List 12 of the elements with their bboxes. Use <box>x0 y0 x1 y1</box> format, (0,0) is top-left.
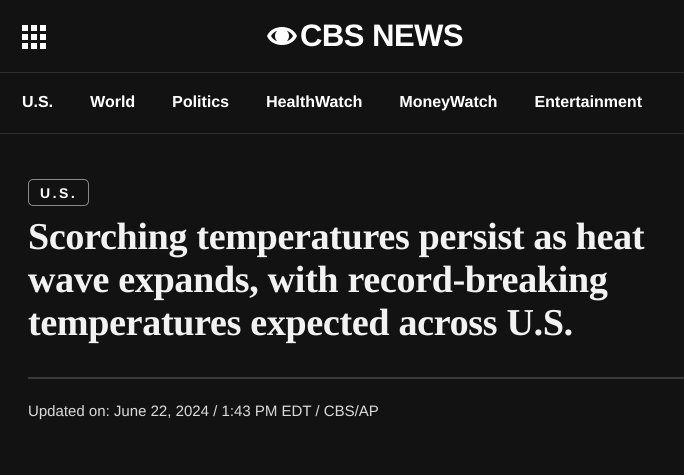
nav-link[interactable]: U.S. <box>22 94 54 112</box>
nav-link[interactable]: HealthWatch <box>266 94 362 112</box>
apps-grid-icon[interactable] <box>22 25 46 49</box>
section-tag[interactable]: U.S. <box>28 179 90 206</box>
nav-link[interactable]: Entertainment <box>534 94 642 112</box>
byline: Updated on: June 22, 2024 / 1:43 PM EDT / CBS/AP <box>28 403 380 420</box>
nav-link[interactable]: MoneyWatch <box>399 94 498 112</box>
logo-text: CBS NEWS <box>300 18 464 54</box>
headline: Scorching temperatures persist as heat wave expands, with record-breaking temperatures expected across U.S. <box>28 216 646 345</box>
site-logo[interactable]: CBS NEWS <box>266 18 464 54</box>
nav-link[interactable]: Politics <box>172 94 230 112</box>
nav-link[interactable]: World <box>90 94 136 112</box>
